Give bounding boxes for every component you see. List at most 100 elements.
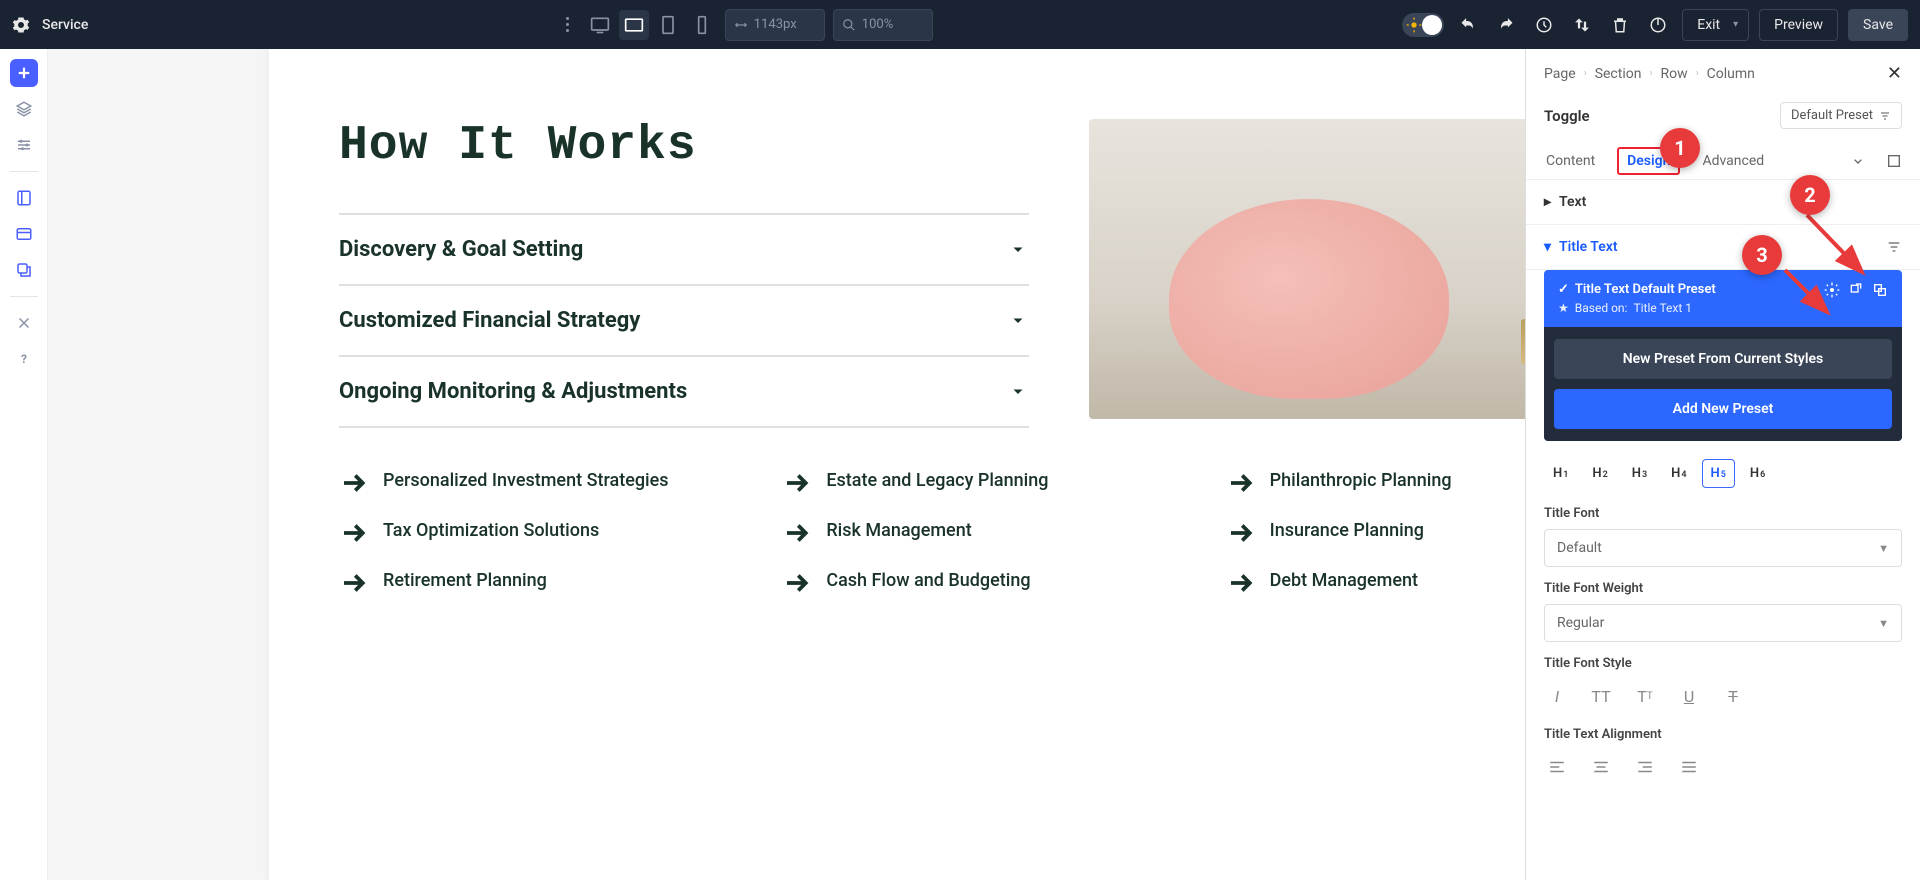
template-button[interactable]: [10, 184, 38, 212]
strikethrough-button[interactable]: T: [1720, 683, 1746, 709]
exit-button[interactable]: Exit: [1682, 9, 1749, 41]
italic-button[interactable]: I: [1544, 683, 1570, 709]
chevron-down-icon: [1009, 240, 1029, 260]
kebab-menu[interactable]: [558, 11, 577, 38]
tab-advanced[interactable]: Advanced: [1700, 143, 1766, 179]
save-button[interactable]: Save: [1848, 9, 1908, 41]
breadcrumb-item[interactable]: Section: [1595, 66, 1642, 82]
align-left-button[interactable]: [1544, 754, 1570, 780]
smallcaps-button[interactable]: TT: [1632, 683, 1658, 709]
field-label: Title Font Style: [1544, 656, 1902, 671]
hero-left: How It Works Discovery & Goal Setting Cu…: [339, 119, 1029, 428]
hero-title: How It Works: [339, 119, 1029, 173]
export-button[interactable]: [10, 256, 38, 284]
trash-button[interactable]: [1606, 11, 1634, 39]
zoom-input[interactable]: 100%: [833, 9, 933, 41]
breadcrumb-item[interactable]: Page: [1544, 66, 1576, 82]
gear-icon[interactable]: [12, 16, 30, 34]
left-rail: ?: [0, 49, 48, 880]
power-button[interactable]: [1644, 11, 1672, 39]
tools-button[interactable]: [10, 309, 38, 337]
chevron-down-icon: ▼: [1878, 617, 1889, 630]
sun-icon: [1406, 17, 1422, 33]
chevron-down-icon: [1009, 311, 1029, 331]
settings-panel: Page› Section› Row› Column ✕ Toggle Defa…: [1525, 49, 1920, 880]
feature-item: Retirement Planning: [339, 568, 742, 598]
settings-rail-button[interactable]: [10, 131, 38, 159]
canvas-width-input[interactable]: 1143px: [725, 9, 825, 41]
feature-item: Personalized Investment Strategies: [339, 468, 742, 498]
tab-content[interactable]: Content: [1544, 143, 1597, 179]
title-font-field: Title Font Default▼: [1526, 496, 1920, 571]
uppercase-button[interactable]: TT: [1588, 683, 1614, 709]
align-right-button[interactable]: [1632, 754, 1658, 780]
accordion-item[interactable]: Customized Financial Strategy: [339, 286, 1029, 357]
library-button[interactable]: [10, 220, 38, 248]
history-button[interactable]: [1530, 11, 1558, 39]
heading-h6[interactable]: H6: [1741, 459, 1774, 488]
close-icon[interactable]: ✕: [1887, 63, 1902, 84]
annotation-marker-3: 3: [1742, 235, 1782, 275]
title-font-select[interactable]: Default▼: [1544, 529, 1902, 567]
preset-block: ✓Title Text Default Preset ★Based on:Tit…: [1544, 270, 1902, 441]
heading-h3[interactable]: H3: [1623, 459, 1656, 488]
topbar-center: 1143px 100%: [88, 9, 1402, 41]
arrow-right-icon: [782, 518, 812, 548]
expand-icon[interactable]: [1886, 153, 1902, 169]
add-button[interactable]: [10, 59, 38, 87]
alignment-group: [1544, 750, 1902, 784]
accordion-item[interactable]: Discovery & Goal Setting: [339, 213, 1029, 286]
align-justify-button[interactable]: [1676, 754, 1702, 780]
heading-h2[interactable]: H2: [1583, 459, 1616, 488]
search-icon: [842, 18, 856, 32]
field-label: Title Font Weight: [1544, 581, 1902, 596]
underline-button[interactable]: U: [1676, 683, 1702, 709]
align-center-button[interactable]: [1588, 754, 1614, 780]
new-preset-from-current-button[interactable]: New Preset From Current Styles: [1554, 339, 1892, 379]
feature-item: Risk Management: [782, 518, 1185, 548]
redo-button[interactable]: [1492, 11, 1520, 39]
canvas[interactable]: How It Works Discovery & Goal Setting Cu…: [269, 49, 1699, 880]
features-grid: Personalized Investment Strategies Estat…: [339, 468, 1629, 598]
device-phone[interactable]: [687, 10, 717, 40]
arrow-right-icon: [339, 518, 369, 548]
accordion-title: Customized Financial Strategy: [339, 308, 640, 333]
add-new-preset-button[interactable]: Add New Preset: [1554, 389, 1892, 429]
caret-down-icon: ▾: [1544, 239, 1551, 255]
canvas-width-value: 1143px: [754, 17, 797, 32]
device-desktop[interactable]: [585, 10, 615, 40]
preview-button[interactable]: Preview: [1759, 9, 1838, 41]
heading-h1[interactable]: H1: [1544, 459, 1577, 488]
piggy-bank-image: [1169, 199, 1449, 399]
module-label: Toggle: [1544, 107, 1590, 125]
theme-toggle[interactable]: [1402, 13, 1444, 37]
breadcrumb-item[interactable]: Column: [1707, 66, 1755, 82]
device-tablet-portrait[interactable]: [653, 10, 683, 40]
arrow-right-icon: [782, 468, 812, 498]
options-icon[interactable]: [1850, 153, 1866, 169]
hero-row: How It Works Discovery & Goal Setting Cu…: [339, 119, 1629, 428]
help-button[interactable]: ?: [10, 345, 38, 373]
breadcrumb-item[interactable]: Row: [1660, 66, 1687, 82]
layers-button[interactable]: [10, 95, 38, 123]
topbar-right: Exit Preview Save: [1402, 9, 1908, 41]
device-tablet-landscape[interactable]: [619, 10, 649, 40]
title-font-weight-select[interactable]: Regular▼: [1544, 604, 1902, 642]
chevron-down-icon: ▼: [1878, 542, 1889, 555]
arrow-right-icon: [1226, 468, 1256, 498]
star-icon: ★: [1558, 301, 1569, 315]
accordion-title: Discovery & Goal Setting: [339, 237, 583, 262]
copy-icon[interactable]: [1872, 282, 1888, 298]
heading-h4[interactable]: H4: [1662, 459, 1695, 488]
preset-name: Title Text Default Preset: [1575, 282, 1716, 297]
heading-h5[interactable]: H5: [1702, 459, 1735, 488]
accordion-item[interactable]: Ongoing Monitoring & Adjustments: [339, 357, 1029, 428]
check-icon: ✓: [1558, 282, 1569, 297]
undo-button[interactable]: [1454, 11, 1482, 39]
caret-right-icon: ▸: [1544, 194, 1551, 210]
preset-selector[interactable]: Default Preset: [1780, 102, 1902, 129]
filter-icon[interactable]: [1886, 239, 1902, 255]
swap-button[interactable]: [1568, 11, 1596, 39]
svg-text:?: ?: [21, 352, 27, 366]
annotation-marker-1: 1: [1660, 128, 1700, 168]
